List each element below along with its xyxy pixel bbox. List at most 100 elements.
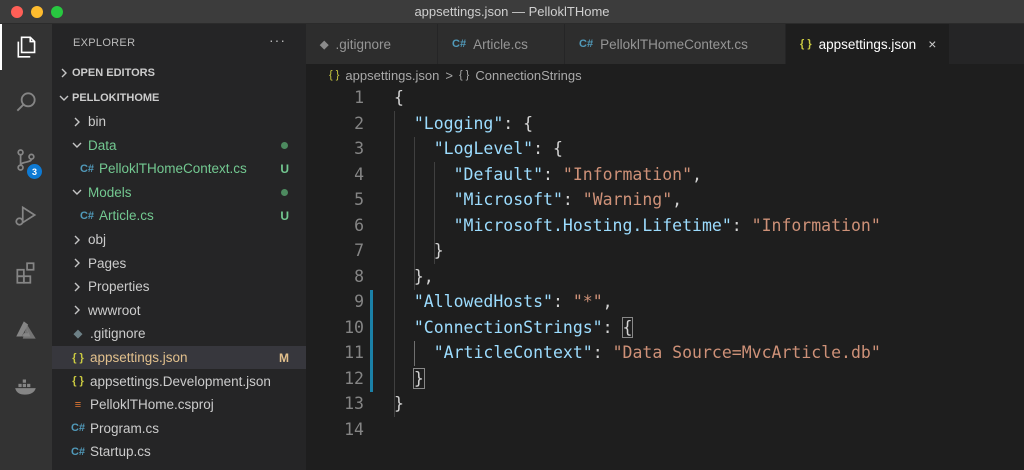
- code-line: 10 "ConnectionStrings": {: [306, 315, 1024, 341]
- source-control-badge: 3: [27, 164, 42, 179]
- chevron-right-icon: >: [445, 67, 453, 83]
- source-control-icon[interactable]: 3: [0, 137, 52, 183]
- punctuation: :: [562, 190, 583, 210]
- tree-item-label: Properties: [88, 279, 150, 295]
- docker-icon[interactable]: [0, 363, 52, 409]
- open-editors-section[interactable]: OPEN EDITORS: [52, 62, 306, 84]
- json-key: "ConnectionStrings": [413, 317, 603, 337]
- csharp-file-icon: C#: [70, 445, 86, 458]
- git-file-icon: ◆: [73, 328, 83, 341]
- explorer-header: EXPLORER: [73, 37, 136, 49]
- tree-item[interactable]: C# Article.cs U: [52, 204, 306, 227]
- tab-label: appsettings.json: [818, 36, 917, 52]
- code-text: }: [394, 241, 444, 260]
- matched-bracket: }: [412, 367, 425, 389]
- activity-bar: 3: [0, 24, 52, 470]
- tree-item-label: .gitignore: [90, 326, 146, 342]
- tree-item[interactable]: Data: [52, 134, 306, 157]
- tab-gitignore[interactable]: ◆ .gitignore: [306, 24, 438, 64]
- tree-item[interactable]: ≡ PelloklTHome.csproj: [52, 393, 306, 416]
- code-text: "Default": "Information",: [394, 165, 702, 184]
- tree-item[interactable]: C# PelloklTHomeContext.cs U: [52, 157, 306, 180]
- line-number: 14: [344, 419, 364, 439]
- azure-icon[interactable]: [0, 307, 52, 353]
- line-number: 4: [354, 164, 364, 184]
- csharp-file-icon: C#: [452, 38, 467, 50]
- tree-item[interactable]: bin: [52, 110, 306, 133]
- csharp-file-icon: C#: [70, 422, 86, 435]
- json-string: "Warning": [582, 190, 673, 210]
- code-line: 9 "AllowedHosts": "*",: [306, 289, 1024, 315]
- punctuation: [394, 216, 454, 235]
- code-text: "ArticleContext": "Data Source=MvcArticl…: [394, 343, 881, 362]
- tree-item[interactable]: C# Startup.cs: [52, 440, 306, 463]
- code-text: "Microsoft": "Warning",: [394, 190, 683, 210]
- code-text: }: [394, 394, 404, 413]
- status-dot: [281, 188, 288, 196]
- explorer-sidebar: EXPLORER ··· OPEN EDITORS PELLOKITHOME b…: [52, 24, 306, 470]
- git-file-icon: ◆: [320, 38, 329, 51]
- tree-item[interactable]: Properties: [52, 275, 306, 298]
- line-number: 6: [354, 215, 364, 235]
- tree-item[interactable]: Models: [52, 181, 306, 204]
- chevron-right-icon: [69, 258, 85, 268]
- code-line: 8 },: [306, 264, 1024, 290]
- json-file-icon: { }: [800, 38, 812, 50]
- chevron-right-icon: [69, 117, 85, 127]
- status-dot: [281, 141, 288, 149]
- chevron-down-icon: [69, 140, 85, 150]
- punctuation: [394, 190, 454, 209]
- tree-item[interactable]: { } appsettings.Development.json: [52, 370, 306, 393]
- punctuation: [394, 343, 434, 362]
- tree-item-label: Models: [88, 184, 132, 200]
- tree-item[interactable]: C# Program.cs: [52, 417, 306, 440]
- json-key: "Logging": [413, 113, 504, 133]
- code-line: 12 }: [306, 366, 1024, 392]
- breadcrumb-file[interactable]: appsettings.json: [345, 68, 439, 83]
- code-text: "LogLevel": {: [394, 139, 563, 158]
- explorer-icon[interactable]: [0, 24, 52, 70]
- breadcrumb-symbol[interactable]: ConnectionStrings: [475, 68, 581, 83]
- tab-appsettings-json[interactable]: { } appsettings.json ×: [786, 24, 950, 64]
- json-key: "LogLevel": [433, 139, 534, 159]
- run-debug-icon[interactable]: [0, 192, 52, 238]
- tree-item[interactable]: ◆ .gitignore: [52, 322, 306, 345]
- punctuation: ,: [602, 292, 613, 312]
- close-tab-icon[interactable]: ×: [928, 36, 936, 52]
- tree-item-label: appsettings.json: [90, 350, 188, 365]
- punctuation: [394, 114, 414, 133]
- punctuation: :: [602, 317, 623, 337]
- line-number: 7: [354, 241, 364, 261]
- search-icon[interactable]: [0, 79, 52, 125]
- json-string: "Information": [562, 164, 693, 184]
- line-number: 3: [354, 139, 364, 159]
- code-text: {: [394, 88, 404, 107]
- tree-item-label: PelloklTHomeContext.cs: [99, 161, 247, 177]
- more-actions-icon[interactable]: ···: [269, 32, 286, 48]
- tab-article-cs[interactable]: C# Article.cs: [438, 24, 565, 64]
- punctuation: :: [543, 164, 563, 184]
- tree-item-label: appsettings.Development.json: [90, 373, 271, 389]
- line-number: 8: [354, 266, 364, 286]
- punctuation: {: [394, 88, 404, 108]
- tree-item[interactable]: wwwroot: [52, 299, 306, 322]
- code-line: 13}: [306, 391, 1024, 417]
- line-number: 5: [354, 190, 364, 210]
- code-line: 3 "LogLevel": {: [306, 136, 1024, 162]
- tree-item[interactable]: obj: [52, 228, 306, 251]
- punctuation: :: [552, 292, 573, 312]
- punctuation: ,: [672, 190, 683, 210]
- chevron-down-icon: [69, 187, 85, 197]
- json-key: "AllowedHosts": [413, 292, 553, 312]
- tab-pellokithomecontext-cs[interactable]: C# PelloklTHomeContext.cs: [565, 24, 786, 64]
- code-editor[interactable]: 1{2 "Logging": {3 "LogLevel": {4 "Defaul…: [306, 86, 1024, 470]
- git-status-badge: U: [280, 161, 289, 176]
- tree-item[interactable]: { } appsettings.json M: [52, 346, 306, 369]
- tree-item-label: Program.cs: [90, 420, 160, 436]
- extensions-icon[interactable]: [0, 250, 52, 296]
- tree-item-label: Article.cs: [99, 208, 154, 224]
- tree-item[interactable]: Pages: [52, 252, 306, 275]
- code-text: "AllowedHosts": "*",: [394, 292, 613, 311]
- object-icon: { }: [458, 69, 470, 81]
- project-section[interactable]: PELLOKITHOME: [52, 87, 306, 109]
